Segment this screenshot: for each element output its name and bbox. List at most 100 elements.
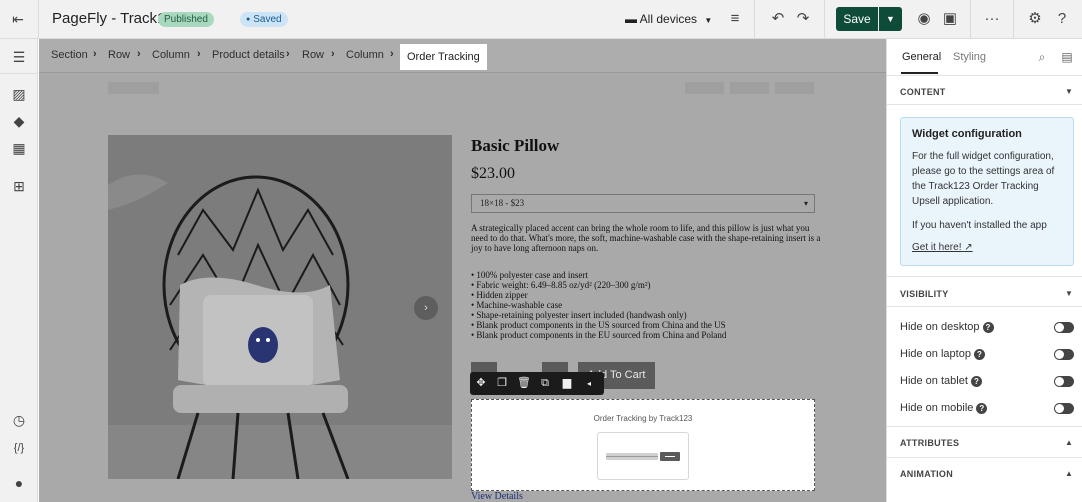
document-icon[interactable]: ▤ bbox=[1059, 49, 1075, 65]
breadcrumb-item[interactable]: Column bbox=[152, 49, 190, 61]
tab-general[interactable]: General bbox=[902, 51, 941, 63]
monitor-icon: ▬ bbox=[625, 12, 637, 26]
hide-mobile-row: Hide on mobile? bbox=[900, 401, 1075, 417]
hide-laptop-text: Hide on laptop bbox=[900, 348, 971, 360]
move-icon[interactable]: ✥ bbox=[473, 375, 489, 392]
attributes-section-title[interactable]: ATTRIBUTES bbox=[900, 438, 959, 448]
grid-icon[interactable]: ▦ bbox=[10, 139, 28, 157]
placeholder-block bbox=[775, 82, 814, 94]
help-icon[interactable]: ? bbox=[970, 376, 982, 387]
bullet-item: • Machine-washable case bbox=[471, 300, 563, 310]
bullet-item: • 100% polyester case and insert bbox=[471, 270, 588, 280]
hide-mobile-text: Hide on mobile bbox=[900, 402, 974, 414]
hide-laptop-label: Hide on laptop? bbox=[900, 348, 985, 360]
hide-tablet-text: Hide on tablet bbox=[900, 375, 968, 387]
devices-label: All devices bbox=[639, 12, 698, 26]
tab-styling[interactable]: Styling bbox=[953, 51, 986, 63]
hide-mobile-toggle[interactable] bbox=[1054, 403, 1074, 414]
get-app-link-label: Get it here! bbox=[912, 242, 962, 253]
hide-tablet-toggle[interactable] bbox=[1054, 376, 1074, 387]
bullet-item: • Blank product components in the US sou… bbox=[471, 320, 726, 330]
save-button[interactable]: Save bbox=[836, 7, 878, 31]
view-details-link[interactable]: View Details bbox=[471, 491, 523, 502]
settings-icon[interactable]: ⚙ bbox=[1026, 10, 1044, 28]
layers-icon[interactable]: ☰ bbox=[10, 48, 28, 66]
sliders-icon[interactable]: ≡ bbox=[726, 10, 744, 28]
history-icon[interactable]: ◷ bbox=[10, 411, 28, 429]
divider bbox=[887, 426, 1082, 427]
trash-icon[interactable]: 🗑 bbox=[516, 375, 532, 392]
external-link-icon: ↗ bbox=[964, 242, 973, 253]
divider bbox=[1013, 0, 1014, 39]
chevron-up-icon[interactable]: ▲ bbox=[1065, 469, 1073, 478]
carousel-next-icon[interactable]: › bbox=[414, 296, 438, 320]
hide-tablet-label: Hide on tablet? bbox=[900, 375, 982, 387]
divider bbox=[970, 0, 971, 39]
hide-laptop-toggle[interactable] bbox=[1054, 349, 1074, 360]
visibility-section-title[interactable]: VISIBILITY bbox=[900, 289, 949, 299]
redo-icon[interactable]: ↷ bbox=[794, 10, 812, 28]
help-icon[interactable]: ? bbox=[982, 322, 994, 333]
bullet-item: • Fabric weight: 6.49–8.85 oz/yd² (220–3… bbox=[471, 280, 651, 290]
divider bbox=[887, 276, 1082, 277]
divider bbox=[754, 0, 755, 39]
editor-canvas[interactable]: Section › Row › Column › Product details… bbox=[39, 39, 886, 502]
variant-select[interactable]: 18×18 - $23 ▾ bbox=[471, 194, 815, 213]
search-icon[interactable]: ⌕ bbox=[1034, 49, 1050, 65]
code-icon[interactable]: {/} bbox=[10, 439, 28, 457]
devices-dropdown[interactable]: ▬ All devices ▼ bbox=[625, 12, 712, 26]
info-text-secondary: If you haven't installed the app bbox=[912, 220, 1047, 231]
hide-desktop-row: Hide on desktop? bbox=[900, 320, 1075, 336]
hide-desktop-toggle[interactable] bbox=[1054, 322, 1074, 333]
variant-value: 18×18 - $23 bbox=[480, 198, 525, 208]
divider bbox=[38, 0, 39, 39]
pillow-chair-illustration bbox=[108, 135, 452, 479]
exit-icon[interactable]: ⇤ bbox=[10, 11, 26, 27]
image-add-icon[interactable]: ▨ bbox=[10, 85, 28, 103]
order-tracking-widget[interactable]: Order Tracking by Track123 bbox=[471, 399, 815, 491]
chevron-down-icon[interactable]: ▼ bbox=[1065, 87, 1073, 96]
breadcrumb-item[interactable]: Column bbox=[346, 49, 384, 61]
get-app-link[interactable]: Get it here! ↗ bbox=[912, 242, 973, 253]
widget-label: Order Tracking by Track123 bbox=[593, 414, 693, 423]
breadcrumb-active[interactable]: Order Tracking bbox=[400, 44, 487, 70]
divider bbox=[824, 0, 825, 39]
save-element-icon[interactable]: ▆ bbox=[559, 375, 575, 392]
breadcrumb-item[interactable]: Product details bbox=[212, 49, 285, 61]
undo-icon[interactable]: ↶ bbox=[769, 10, 787, 28]
left-sidebar: ☰ ▨ ◆ ▦ ⊞ ◷ {/} ● bbox=[0, 39, 38, 502]
product-image[interactable] bbox=[108, 135, 452, 479]
published-badge: Published bbox=[158, 12, 214, 27]
element-toolbar: ✥ ❐ 🗑 ⧉ ▆ ◂ bbox=[470, 372, 604, 395]
chevron-right-icon: › bbox=[137, 48, 141, 60]
shopify-icon[interactable]: ◆ bbox=[10, 112, 28, 130]
breadcrumb-item[interactable]: Row bbox=[108, 49, 130, 61]
content-section-title[interactable]: CONTENT bbox=[900, 87, 946, 97]
chevron-right-icon: › bbox=[197, 48, 201, 60]
chevron-right-icon: › bbox=[331, 48, 335, 60]
eye-icon[interactable]: ◉ bbox=[915, 10, 933, 28]
info-title: Widget configuration bbox=[912, 128, 1022, 140]
chevron-down-icon[interactable]: ▼ bbox=[1065, 289, 1073, 298]
hide-desktop-label: Hide on desktop? bbox=[900, 321, 994, 333]
save-dropdown-button[interactable]: ▼ bbox=[879, 7, 902, 31]
settings-panel: General Styling ⌕ ▤ CONTENT ▼ Widget con… bbox=[886, 39, 1082, 502]
chevron-up-icon[interactable]: ▲ bbox=[1065, 438, 1073, 447]
add-block-icon[interactable]: ⊞ bbox=[10, 177, 28, 195]
divider bbox=[887, 306, 1082, 307]
help-icon[interactable]: ? bbox=[973, 349, 985, 360]
placeholder-block bbox=[730, 82, 769, 94]
copy-icon[interactable]: ⧉ bbox=[537, 375, 553, 392]
saved-badge: Saved bbox=[240, 12, 288, 27]
help-icon[interactable]: ? bbox=[1053, 10, 1071, 28]
duplicate-icon[interactable]: ❐ bbox=[494, 375, 510, 392]
help-icon[interactable]: ? bbox=[976, 403, 988, 414]
breadcrumb-item[interactable]: Section bbox=[51, 49, 88, 61]
chat-icon[interactable]: ● bbox=[10, 474, 28, 492]
breadcrumb-item[interactable]: Row bbox=[302, 49, 324, 61]
caret-left-icon[interactable]: ◂ bbox=[581, 375, 597, 392]
save-template-icon[interactable]: ▣ bbox=[941, 10, 959, 28]
chevron-right-icon: › bbox=[93, 48, 97, 60]
more-icon[interactable]: ··· bbox=[983, 10, 1001, 28]
animation-section-title[interactable]: ANIMATION bbox=[900, 469, 953, 479]
